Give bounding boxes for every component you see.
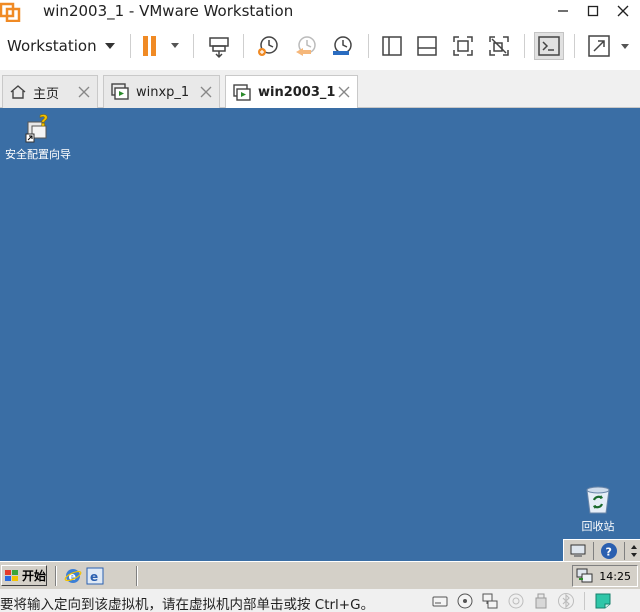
tab-winxp[interactable]: winxp_1 [103, 75, 220, 108]
revert-snapshot-button[interactable] [292, 32, 320, 60]
full-screen-button[interactable] [449, 32, 477, 60]
desktop-icon-label: 回收站 [581, 520, 615, 533]
svg-text:e: e [90, 570, 98, 584]
toolbar-divider [130, 34, 131, 58]
snapshot-manager-button[interactable] [328, 32, 356, 60]
vm-icon [111, 83, 129, 100]
ie-icon[interactable]: e [64, 567, 82, 585]
hard-disk-icon[interactable] [431, 592, 449, 610]
take-snapshot-button[interactable] [254, 32, 282, 60]
toolbar-divider [368, 34, 369, 58]
windows-logo-icon [4, 569, 18, 581]
tab-win2003[interactable]: win2003_1 [225, 75, 358, 109]
pause-icon [143, 36, 179, 56]
panel-divider [624, 541, 625, 560]
recycle-bin-icon [586, 486, 610, 514]
toolbar-divider [574, 34, 575, 58]
svg-text:?: ? [39, 112, 48, 130]
sidebar-layout-icon [382, 36, 402, 56]
send-ctrl-alt-del-button[interactable] [205, 32, 233, 60]
snapshot-icon [258, 36, 278, 56]
tab-label: winxp_1 [136, 84, 190, 100]
full-screen-icon [453, 36, 473, 56]
status-message: 要将输入定向到该虚拟机，请在虚拟机内部单击或按 Ctrl+G。 [0, 597, 375, 612]
revert-icon [296, 36, 316, 56]
network-tray-icon[interactable] [576, 568, 594, 584]
tab-home[interactable]: 主页 [2, 75, 98, 108]
tab-bar: 主页 winxp_1 win2003_1 [0, 70, 640, 109]
sound-card-icon[interactable] [507, 592, 525, 610]
unity-icon [489, 36, 509, 56]
usb-icon[interactable] [532, 592, 550, 610]
ie-alt-icon[interactable]: e [86, 567, 104, 585]
show-library-button[interactable] [378, 32, 406, 60]
vm-icon [233, 83, 251, 101]
suspend-button[interactable] [140, 32, 184, 60]
guest-system-tray: 14:25 [572, 565, 638, 587]
close-tab-icon[interactable] [199, 85, 213, 99]
toolbar-divider [243, 34, 244, 58]
guest-taskbar: 开始 e e 14:25 [0, 561, 640, 589]
toolbar-divider [193, 34, 194, 58]
send-keys-icon [209, 37, 229, 59]
cd-dvd-icon[interactable] [456, 592, 474, 610]
status-divider [584, 592, 585, 610]
bottom-bar-layout-icon [417, 36, 437, 56]
snapshot-manager-icon [333, 36, 352, 55]
toolbar-divider [524, 34, 525, 58]
title-bar: win2003_1 - VMware Workstation [0, 0, 640, 24]
bluetooth-icon[interactable] [557, 592, 575, 610]
show-thumbnail-bar-button[interactable] [413, 32, 441, 60]
guest-mini-panel: ? [563, 539, 640, 561]
window-title: win2003_1 - VMware Workstation [43, 2, 294, 20]
close-tab-icon[interactable] [337, 85, 351, 99]
network-icon[interactable] [569, 543, 587, 559]
status-bar: 要将输入定向到该虚拟机，请在虚拟机内部单击或按 Ctrl+G。 [0, 589, 640, 612]
desktop-icon-security-wizard[interactable]: ? 安全配置向导 [2, 112, 74, 162]
stretch-guest-button[interactable] [585, 32, 635, 60]
console-view-button[interactable] [534, 32, 564, 60]
tab-label: 主页 [33, 86, 60, 102]
scroll-arrows-icon[interactable] [630, 543, 638, 559]
message-log-icon[interactable] [594, 592, 612, 610]
tab-label: win2003_1 [258, 85, 336, 100]
panel-divider [593, 541, 594, 560]
workstation-menu-label: Workstation [7, 37, 97, 55]
taskbar-grip [136, 566, 138, 586]
main-toolbar: Workstation [0, 24, 640, 68]
guest-clock: 14:25 [599, 569, 631, 583]
help-icon[interactable]: ? [600, 542, 618, 560]
network-adapter-icon[interactable] [481, 592, 499, 610]
terminal-icon [538, 36, 560, 56]
close-tab-icon[interactable] [77, 85, 91, 99]
start-label: 开始 [21, 569, 46, 583]
maximize-button[interactable] [578, 0, 608, 22]
taskbar-grip [55, 566, 57, 586]
desktop-icon-recycle-bin[interactable]: 回收站 [572, 484, 624, 534]
stretch-icon [588, 35, 629, 57]
svg-text:?: ? [606, 545, 612, 558]
vmware-logo-icon [0, 2, 22, 23]
guest-start-button[interactable]: 开始 [1, 565, 47, 586]
home-icon [10, 85, 26, 99]
security-wizard-icon: ? [25, 112, 49, 143]
minimize-button[interactable] [548, 0, 578, 22]
guest-desktop[interactable]: ? 安全配置向导 回收站 [0, 108, 640, 561]
chevron-down-icon [104, 43, 115, 49]
unity-button[interactable] [485, 32, 513, 60]
close-window-button[interactable] [608, 0, 638, 22]
desktop-icon-label: 安全配置向导 [5, 148, 71, 161]
workstation-menu-button[interactable]: Workstation [0, 33, 122, 59]
